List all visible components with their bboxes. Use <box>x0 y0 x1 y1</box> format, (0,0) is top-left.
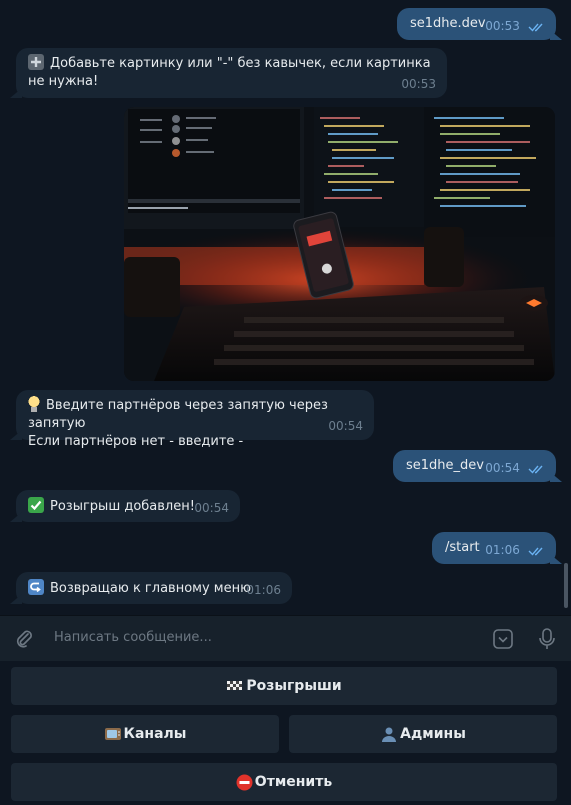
desk-setup-photo <box>124 107 555 381</box>
no-entry-icon <box>236 774 253 790</box>
chat-history[interactable]: se1dhe.dev 00:53 Добавьте картинку или "… <box>0 0 571 615</box>
message-time: 00:54 <box>485 461 520 475</box>
incoming-message[interactable]: Введите партнёров через запятую через за… <box>16 390 374 449</box>
button-label: Отменить <box>254 774 333 790</box>
microphone-icon[interactable] <box>536 627 558 651</box>
bust-in-silhouette-icon <box>382 727 397 742</box>
message-text: Возвращаю к главному меню <box>50 581 252 596</box>
double-check-icon <box>528 465 543 474</box>
button-label: Админы <box>400 726 466 742</box>
light-bulb-icon <box>28 396 40 412</box>
photo-message[interactable] <box>124 107 555 381</box>
chequered-flag-icon <box>227 681 243 690</box>
channels-button[interactable]: Каналы <box>11 715 279 753</box>
message-text: Розыгрыш добавлен! <box>50 499 195 514</box>
incoming-message[interactable]: Добавьте картинку или "-" без кавычек, е… <box>16 48 447 98</box>
message-time: 01:06 <box>246 583 281 597</box>
check-mark-icon <box>28 497 44 513</box>
incoming-message[interactable]: Возвращаю к главному меню 01:06 <box>16 572 292 604</box>
scrollbar[interactable] <box>564 563 568 608</box>
double-check-icon <box>528 547 543 556</box>
outgoing-message[interactable]: /start 01:06 <box>432 532 556 564</box>
message-composer: Написать сообщение... <box>0 615 571 661</box>
outgoing-message[interactable]: se1dhe_dev 00:54 <box>393 450 556 482</box>
keyboard-toggle-icon[interactable] <box>492 628 514 650</box>
button-label: Каналы <box>123 726 187 742</box>
admins-button[interactable]: Админы <box>289 715 557 753</box>
message-time: 00:53 <box>401 77 436 91</box>
outgoing-message[interactable]: se1dhe.dev 00:53 <box>397 8 556 40</box>
television-icon <box>104 728 121 740</box>
message-time: 00:54 <box>328 419 363 433</box>
message-input[interactable]: Написать сообщение... <box>54 630 212 645</box>
message-text: se1dhe.dev <box>410 16 486 31</box>
button-label: Розыгрыши <box>246 678 342 694</box>
paperclip-icon[interactable] <box>13 628 35 650</box>
double-check-icon <box>528 23 543 32</box>
cancel-button[interactable]: Отменить <box>11 763 557 801</box>
message-time: 00:54 <box>194 501 229 515</box>
reply-keyboard: Розыгрыши Каналы Админы Отменить <box>0 661 571 805</box>
message-text: se1dhe_dev <box>406 458 484 473</box>
message-text-line-1: Введите партнёров через запятую через за… <box>28 398 328 431</box>
message-text: Добавьте картинку или "-" без кавычек, е… <box>28 56 431 89</box>
return-arrow-icon <box>28 579 44 595</box>
incoming-message[interactable]: Розыгрыш добавлен! 00:54 <box>16 490 240 522</box>
message-time: 01:06 <box>485 543 520 557</box>
message-text: /start <box>445 540 480 555</box>
message-text-line-2: Если партнёров нет - введите - <box>28 434 244 449</box>
message-time: 00:53 <box>485 19 520 33</box>
giveaways-button[interactable]: Розыгрыши <box>11 667 557 705</box>
plus-icon <box>28 54 44 70</box>
